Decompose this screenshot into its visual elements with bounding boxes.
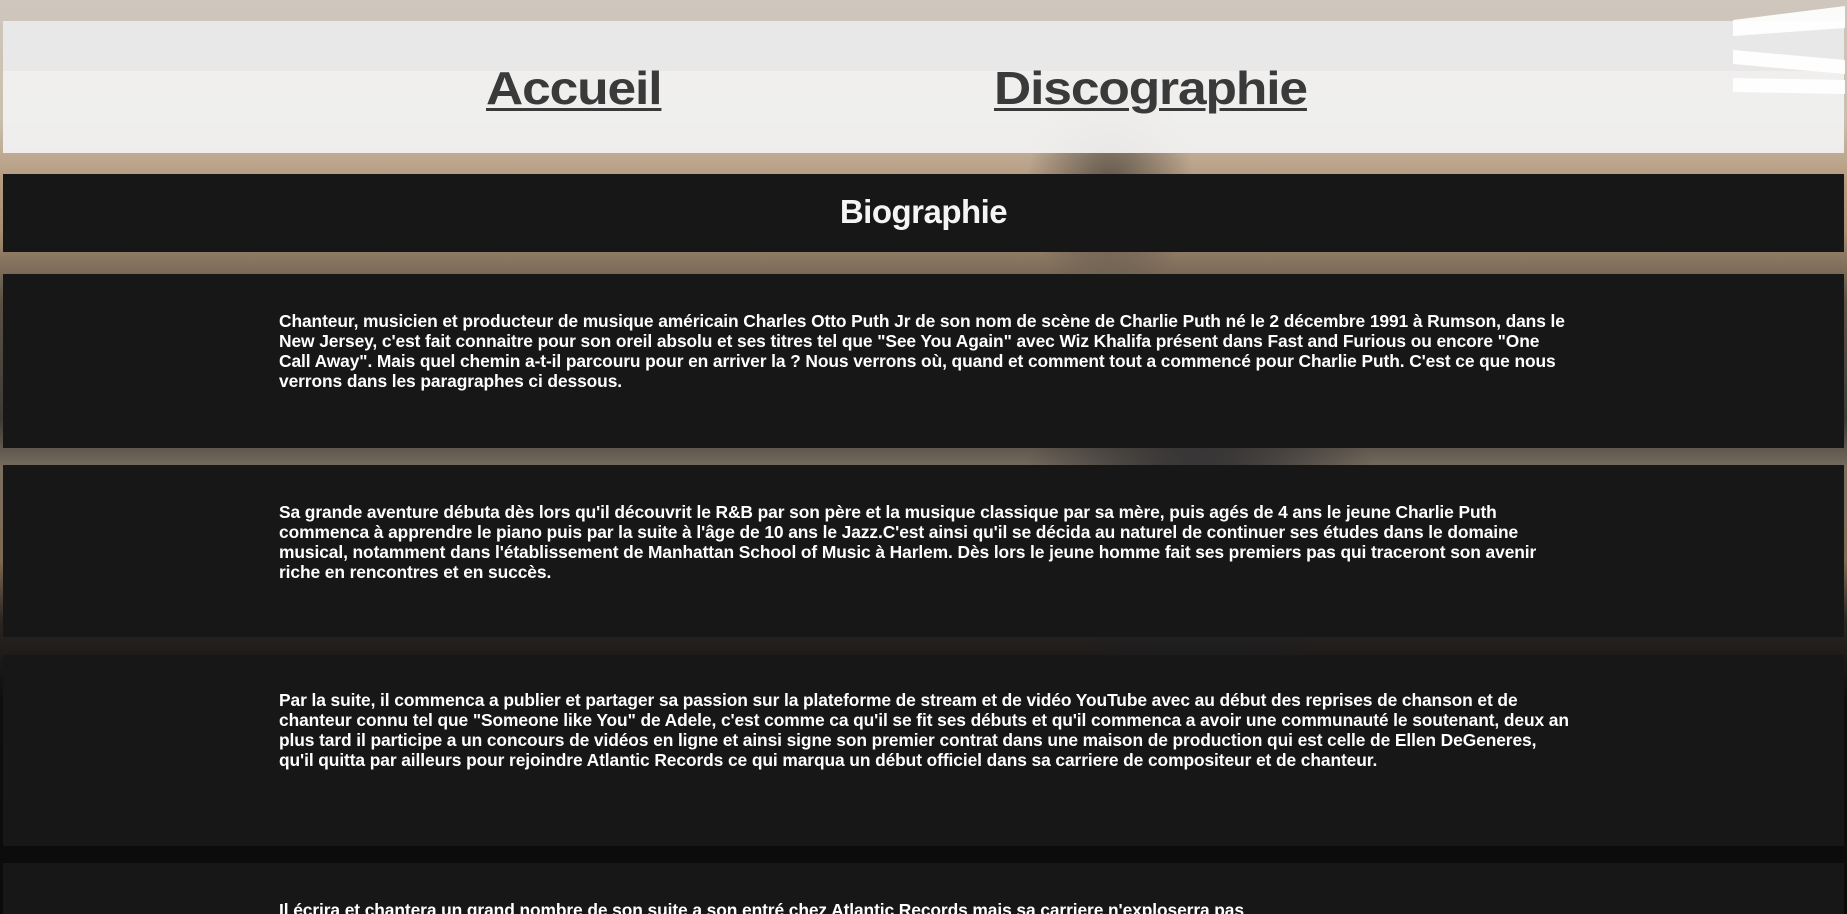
bio-paragraph: Par la suite, il commenca a publier et p… <box>279 690 1569 770</box>
bio-paragraph: Sa grande aventure débuta dès lors qu'il… <box>279 502 1537 582</box>
bio-section-intro: Chanteur, musicien et producteur de musi… <box>3 274 1844 448</box>
nav-top-strip <box>3 21 1844 71</box>
nav-link-discographie[interactable]: Discographie <box>994 61 1308 115</box>
bio-paragraph: Il écrira et chantera un grand nombre de… <box>279 900 1244 914</box>
bio-paragraph: Chanteur, musicien et producteur de musi… <box>279 311 1565 391</box>
top-navigation: Accueil Discographie <box>3 21 1844 153</box>
logo-icon[interactable] <box>1733 6 1845 94</box>
page-title: Biographie <box>839 193 1008 230</box>
bio-section-childhood: Sa grande aventure débuta dès lors qu'il… <box>3 465 1844 637</box>
bio-section-atlantic: Il écrira et chantera un grand nombre de… <box>3 863 1844 914</box>
nav-link-accueil[interactable]: Accueil <box>486 61 663 115</box>
bio-section-youtube: Par la suite, il commenca a publier et p… <box>3 655 1844 846</box>
page-title-band: Biographie <box>3 174 1844 252</box>
